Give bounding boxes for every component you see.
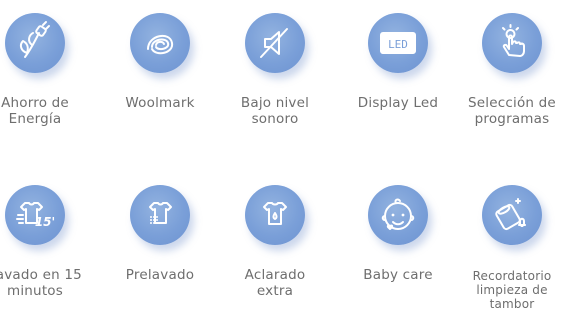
baby-care-badge [368, 185, 428, 245]
aclarado-extra-label: Aclarado extra [244, 267, 306, 299]
seleccion-programas-badge [482, 13, 542, 73]
led-display-icon: LED [380, 32, 416, 54]
aclarado-extra-badge [245, 185, 305, 245]
baby-face-icon [381, 198, 415, 230]
woolmark-badge [130, 13, 190, 73]
lavado-15-label: Lavado en 15 minutos [0, 267, 82, 299]
touch-select-icon [502, 24, 525, 57]
display-led-label: Display Led [357, 95, 439, 111]
lavado-15-badge: 15' [5, 185, 65, 245]
eco-plug-icon [19, 21, 50, 58]
ahorro-energia-badge [5, 13, 65, 73]
display-led-badge: LED [368, 13, 428, 73]
bajo-nivel-sonoro-label: Bajo nivel sonoro [240, 95, 310, 127]
recordatorio-limpieza-badge [482, 185, 542, 245]
drum-clean-icon [495, 198, 526, 231]
baby-care-label: Baby care [363, 267, 433, 283]
ahorro-energia-label: Ahorro de Energía [1, 95, 69, 127]
recordatorio-limpieza-label: Recordatorio limpieza de tambor [472, 269, 552, 311]
mute-speaker-icon [260, 28, 288, 58]
seleccion-programas-label: Selección de programas [468, 95, 556, 127]
led-text: LED [388, 38, 408, 51]
prelavado-badge [130, 185, 190, 245]
shirt-15-icon: 15' [16, 202, 55, 229]
wool-ball-icon [147, 34, 174, 55]
bajo-nivel-sonoro-badge [245, 13, 305, 73]
woolmark-label: Woolmark [125, 95, 195, 111]
prelavado-label: Prelavado [125, 267, 195, 283]
minutes-text: 15' [35, 215, 55, 229]
shirt-prewash-icon [149, 202, 172, 224]
shirt-rinse-icon [263, 202, 287, 225]
